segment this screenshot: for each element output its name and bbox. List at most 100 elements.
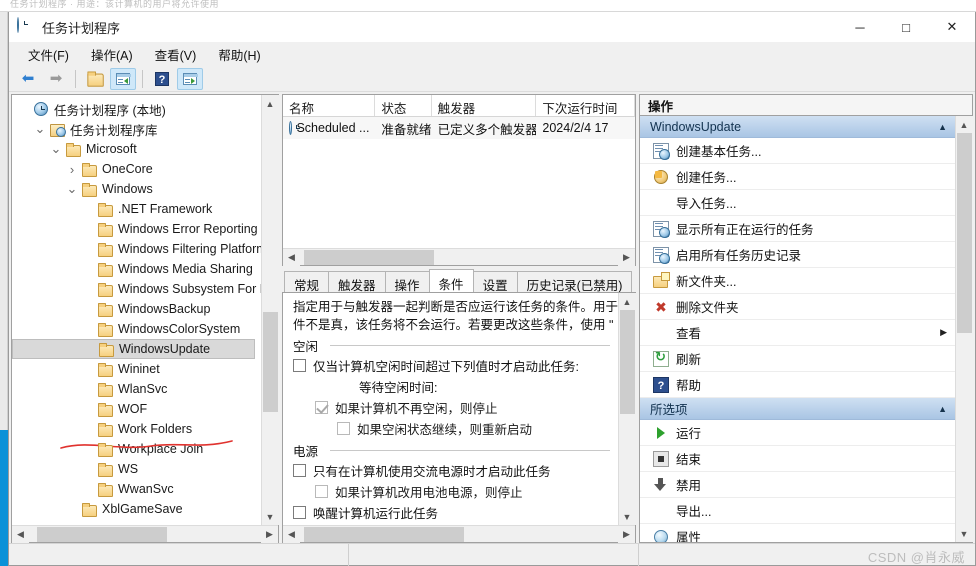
menu-file[interactable]: 文件(F) — [17, 42, 80, 67]
tree-vertical-scrollbar[interactable]: ▲ ▼ — [261, 95, 279, 525]
actions-scroll-down-icon[interactable]: ▼ — [955, 525, 973, 542]
close-button[interactable]: ✕ — [929, 12, 975, 42]
collapse-caret-icon[interactable]: ▲ — [938, 122, 947, 132]
console-tree[interactable]: 任务计划程序 (本地) ⌄ 任务计划程序库 ⌄ Microsoft › OneCore ⌄ Wi… — [12, 95, 261, 525]
action-item[interactable]: 显示所有正在运行的任务 — [640, 216, 955, 242]
action-item[interactable]: ✖ 删除文件夹 — [640, 294, 955, 320]
column-header[interactable]: 触发器 — [432, 95, 537, 116]
tab-1[interactable]: 触发器 — [328, 271, 386, 293]
checkbox[interactable] — [293, 464, 306, 477]
tree-node-selected[interactable]: WindowsUpdate — [12, 339, 255, 359]
collapse-caret-icon[interactable]: ▲ — [938, 404, 947, 414]
tree-node[interactable]: Wininet — [12, 359, 261, 379]
tree-node[interactable]: WwanSvc — [12, 479, 261, 499]
tree-node[interactable]: Workplace Join — [12, 439, 261, 459]
maximize-button[interactable]: □ — [883, 12, 929, 42]
minimize-button[interactable]: ─ — [837, 12, 883, 42]
list-scroll-left-icon[interactable]: ◀ — [283, 248, 300, 266]
action-item[interactable]: 创建基本任务... — [640, 138, 955, 164]
action-item[interactable]: 创建任务... — [640, 164, 955, 190]
tree-node[interactable]: ⌄ 任务计划程序库 — [12, 119, 261, 139]
cond-scroll-thumb[interactable] — [619, 310, 635, 414]
tree-node[interactable]: Windows Subsystem For Linux — [12, 279, 261, 299]
cond-scroll-up-icon[interactable]: ▲ — [618, 293, 636, 310]
tree-node[interactable]: WOF — [12, 399, 261, 419]
condition-checkbox-row[interactable]: 只有在计算机使用交流电源时才启动此任务 — [293, 460, 610, 481]
tree-node[interactable]: WindowsBackup — [12, 299, 261, 319]
task-list-horizontal-scrollbar[interactable]: ◀ ▶ — [283, 248, 635, 266]
conditions-horizontal-scrollbar[interactable]: ◀ ▶ — [283, 525, 635, 543]
scroll-up-icon[interactable]: ▲ — [261, 95, 279, 112]
chevron-down-icon[interactable]: ⌄ — [32, 122, 48, 135]
checkbox[interactable] — [293, 506, 306, 519]
list-scroll-right-icon[interactable]: ▶ — [618, 248, 635, 266]
task-list-rows[interactable]: Scheduled ... 准备就绪 已定义多个触发器 2024/2/4 17 — [283, 117, 635, 248]
cond-hscroll-thumb[interactable] — [304, 526, 464, 542]
checkbox[interactable] — [315, 401, 328, 414]
tree-node[interactable]: ⌄ Microsoft — [12, 139, 261, 159]
detail-tab-strip[interactable]: 常规 触发器 操作 条件 设置 历史记录(已禁用) — [282, 269, 636, 293]
action-item[interactable]: 导出... — [640, 498, 955, 524]
actions-group-header[interactable]: WindowsUpdate ▲ — [640, 116, 955, 138]
scroll-right-icon[interactable]: ▶ — [261, 525, 278, 543]
cond-scroll-track[interactable] — [618, 310, 636, 508]
tree-node[interactable]: ⌄ Windows — [12, 179, 261, 199]
tree-scroll-thumb[interactable] — [262, 312, 278, 412]
menu-action[interactable]: 操作(A) — [80, 42, 144, 67]
action-item[interactable]: 属性 — [640, 524, 955, 542]
actions-scroll-up-icon[interactable]: ▲ — [955, 116, 973, 133]
task-row[interactable]: Scheduled ... 准备就绪 已定义多个触发器 2024/2/4 17 — [283, 117, 635, 139]
actions-scroll-track[interactable] — [955, 133, 973, 525]
list-hscroll-track[interactable] — [300, 249, 618, 266]
checkbox[interactable] — [293, 359, 306, 372]
tree-node[interactable]: XblGameSave — [12, 499, 261, 519]
tree-hscroll-thumb[interactable] — [37, 526, 167, 542]
conditions-vertical-scrollbar[interactable]: ▲ ▼ — [618, 293, 636, 525]
cond-scroll-left-icon[interactable]: ◀ — [283, 525, 300, 543]
condition-checkbox-row[interactable]: 如果计算机改用电池电源，则停止 — [315, 481, 610, 502]
tree-node[interactable]: Windows Media Sharing — [12, 259, 261, 279]
action-item[interactable]: 导入任务... — [640, 190, 955, 216]
menu-help[interactable]: 帮助(H) — [207, 42, 271, 67]
action-item[interactable]: 运行 — [640, 420, 955, 446]
column-header[interactable]: 名称 — [283, 95, 376, 116]
action-item[interactable]: 结束 — [640, 446, 955, 472]
tab-3-active[interactable]: 条件 — [428, 269, 474, 292]
cond-scroll-right-icon[interactable]: ▶ — [618, 525, 635, 543]
list-hscroll-thumb[interactable] — [304, 249, 434, 265]
checkbox[interactable] — [315, 485, 328, 498]
action-item[interactable]: 禁用 — [640, 472, 955, 498]
tree-node[interactable]: .NET Framework — [12, 199, 261, 219]
cond-hscroll-track[interactable] — [300, 526, 618, 543]
tree-hscroll-track[interactable] — [29, 526, 261, 543]
action-item[interactable]: 新文件夹... — [640, 268, 955, 294]
action-item[interactable]: 启用所有任务历史记录 — [640, 242, 955, 268]
tree-node[interactable]: WS — [12, 459, 261, 479]
menu-view[interactable]: 查看(V) — [144, 42, 208, 67]
show-action-pane-icon[interactable] — [177, 67, 203, 90]
tree-node[interactable]: WindowsColorSystem — [12, 319, 261, 339]
tree-node[interactable]: Work Folders — [12, 419, 261, 439]
help-icon[interactable]: ? — [149, 68, 175, 90]
actions-group-header[interactable]: 所选项 ▲ — [640, 398, 955, 420]
tree-horizontal-scrollbar[interactable]: ◀ ▶ — [12, 525, 278, 543]
chevron-down-icon[interactable]: ⌄ — [48, 142, 64, 155]
scroll-down-icon[interactable]: ▼ — [261, 508, 279, 525]
checkbox[interactable] — [337, 422, 350, 435]
condition-checkbox-row[interactable]: 如果空闲状态继续，则重新启动 — [337, 418, 610, 439]
conditions-content[interactable]: 指定用于与触发器一起判断是否应运行该任务的条件。用于 件不是真，该任务将不会运行。… — [283, 293, 618, 525]
actions-list[interactable]: WindowsUpdate ▲ 创建基本任务... 创建任务... 导入任务... 显示所… — [640, 116, 955, 542]
tab-4[interactable]: 设置 — [472, 271, 518, 293]
condition-checkbox-row[interactable]: 唤醒计算机运行此任务 — [293, 502, 610, 523]
tree-node[interactable]: › OneCore — [12, 159, 261, 179]
condition-checkbox-row[interactable]: 如果计算机不再空闲，则停止 — [315, 397, 610, 418]
action-item[interactable]: ? 帮助 — [640, 372, 955, 398]
back-icon[interactable]: ⬅ — [15, 68, 41, 90]
tab-2[interactable]: 操作 — [384, 271, 430, 293]
tab-0[interactable]: 常规 — [284, 271, 330, 293]
column-header[interactable]: 下次运行时间 — [536, 95, 635, 116]
tree-node[interactable]: Windows Filtering Platform — [12, 239, 261, 259]
actions-scroll-thumb[interactable] — [956, 133, 972, 333]
chevron-down-icon[interactable]: ⌄ — [64, 182, 80, 195]
action-item[interactable]: 查看 ▶ — [640, 320, 955, 346]
